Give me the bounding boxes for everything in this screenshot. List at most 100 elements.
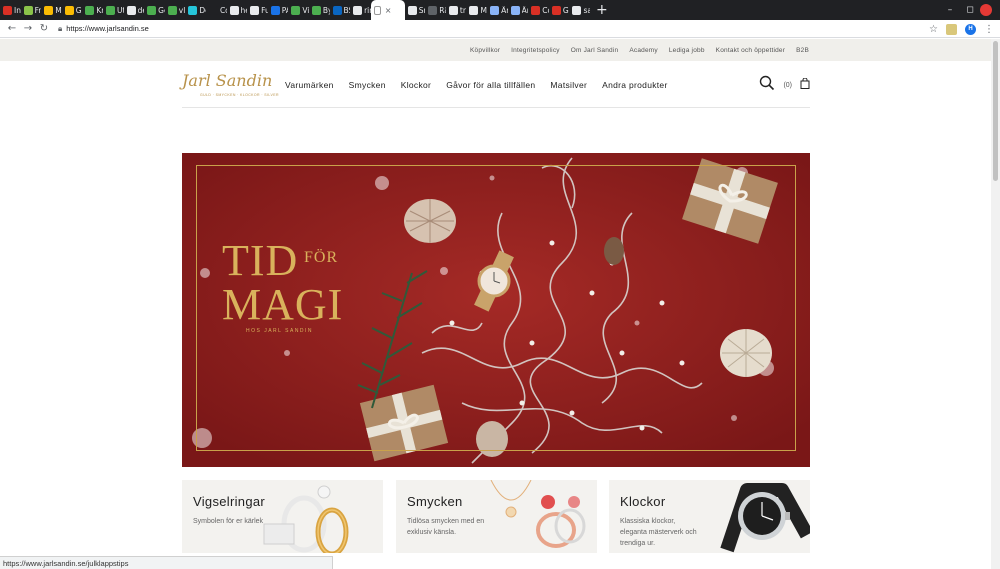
- browser-tab[interactable]: tra: [446, 0, 467, 20]
- browser-tab[interactable]: Go: [62, 0, 82, 20]
- browser-tab[interactable]: Co: [206, 0, 227, 20]
- utility-link[interactable]: Lediga jobb: [669, 47, 705, 54]
- browser-tab[interactable]: In: [0, 0, 21, 20]
- status-bar: https://www.jarlsandin.se/julklappstips: [0, 556, 333, 569]
- tab-title: vl.: [178, 5, 186, 15]
- document-icon: [373, 5, 381, 15]
- tab-favicon-icon: [229, 5, 239, 15]
- browser-tab[interactable]: sa: [569, 0, 590, 20]
- browser-tab[interactable]: vl.: [165, 0, 186, 20]
- browser-tab[interactable]: BS: [330, 0, 350, 20]
- cart-count: (0): [783, 81, 792, 89]
- tab-favicon-icon: [332, 5, 342, 15]
- tab-title: Kn: [96, 5, 103, 15]
- browser-menu-icon[interactable]: ⋮: [984, 24, 994, 35]
- browser-tab[interactable]: Co: [528, 0, 549, 20]
- tab-title: tra: [459, 5, 467, 15]
- tab-favicon-icon: [44, 5, 54, 15]
- tab-favicon-icon: [167, 5, 177, 15]
- tab-title: Go: [562, 5, 570, 15]
- card-smycken[interactable]: Smycken Tidlösa smycken med en exklusiv …: [396, 480, 597, 553]
- nav-item[interactable]: Andra produkter: [602, 80, 667, 90]
- browser-tab-active[interactable]: ×: [370, 0, 405, 20]
- utility-link[interactable]: Köpvillkor: [470, 47, 500, 54]
- tab-title: PA: [281, 5, 289, 15]
- browser-tab[interactable]: De: [185, 0, 206, 20]
- tab-favicon-icon: [428, 5, 438, 15]
- nav-item[interactable]: Klockor: [401, 80, 431, 90]
- tab-title: Fr: [34, 5, 42, 15]
- browser-tab[interactable]: Sn: [405, 0, 425, 20]
- tab-title: In: [14, 5, 21, 15]
- utility-bar: Köpvillkor Integritetspolicy Om Jarl Sandi…: [0, 39, 991, 61]
- scrollbar-thumb[interactable]: [993, 41, 998, 181]
- profile-avatar[interactable]: H: [965, 23, 976, 35]
- tab-favicon-icon: [353, 5, 363, 15]
- nav-item[interactable]: Smycken: [349, 80, 386, 90]
- browser-tab[interactable]: rin: [350, 0, 371, 20]
- reload-icon[interactable]: ↻: [36, 23, 52, 34]
- tab-close-icon[interactable]: ×: [385, 6, 392, 15]
- browser-tab[interactable]: PA: [268, 0, 289, 20]
- nav-item[interactable]: Gåvor för alla tillfällen: [446, 80, 535, 90]
- tab-title: Ge: [158, 5, 165, 15]
- tab-favicon-icon: [407, 5, 417, 15]
- back-icon[interactable]: ←: [4, 23, 20, 34]
- tab-title: Är: [501, 5, 508, 15]
- utility-link[interactable]: Integritetspolicy: [511, 47, 560, 54]
- search-icon[interactable]: [759, 75, 775, 96]
- browser-tab[interactable]: Fr: [21, 0, 42, 20]
- nav-item[interactable]: Varumärken: [285, 80, 334, 90]
- utility-link[interactable]: Om Jarl Sandin: [571, 47, 619, 54]
- browser-tab[interactable]: Ma: [466, 0, 487, 20]
- tab-title: Ut: [116, 5, 124, 15]
- category-cards: Vigselringar Symbolen för er kärlek Smyc…: [182, 480, 810, 553]
- browser-tab[interactable]: de: [124, 0, 145, 20]
- browser-tab[interactable]: Ut: [103, 0, 124, 20]
- maximize-button[interactable]: ◻: [960, 5, 980, 15]
- browser-tab[interactable]: Rä: [425, 0, 446, 20]
- tab-title: de: [137, 5, 145, 15]
- browser-tab[interactable]: By: [309, 0, 330, 20]
- tab-favicon-icon: [270, 5, 280, 15]
- logo[interactable]: Jarl Sandin GULD · SMYCKEN · KLOCKOR · S…: [182, 71, 278, 101]
- browser-tab[interactable]: Är: [508, 0, 528, 20]
- bookmark-star-icon[interactable]: ☆: [929, 24, 938, 35]
- forward-icon[interactable]: →: [20, 23, 36, 34]
- cart-icon[interactable]: [800, 76, 810, 94]
- hero-subtitle: HOS JARL SANDIN: [246, 328, 314, 334]
- logo-text: Jarl Sandin: [182, 71, 273, 90]
- tab-favicon-icon: [105, 5, 115, 15]
- card-klockor[interactable]: Klockor Klassiska klockor, eleganta mäst…: [609, 480, 810, 553]
- browser-tab[interactable]: Är: [487, 0, 508, 20]
- card-vigselringar[interactable]: Vigselringar Symbolen för er kärlek: [182, 480, 383, 553]
- lock-icon: 🔒︎: [58, 23, 63, 33]
- tab-favicon-icon: [147, 5, 157, 15]
- browser-tab[interactable]: Ge: [144, 0, 165, 20]
- nav-item[interactable]: Matsilver: [550, 80, 587, 90]
- tab-favicon-icon: [3, 5, 12, 15]
- card-description: Klassiska klockor, eleganta mästerverk o…: [620, 518, 697, 547]
- browser-tab[interactable]: Fu: [247, 0, 268, 20]
- browser-tab[interactable]: Go: [549, 0, 570, 20]
- status-url: https://www.jarlsandin.se/julklappstips: [3, 558, 129, 568]
- tab-favicon-icon: [510, 5, 520, 15]
- browser-tab[interactable]: Vi: [288, 0, 309, 20]
- utility-link[interactable]: B2B: [796, 47, 809, 54]
- card-description: Tidlösa smycken med en exklusiv känsla.: [407, 518, 485, 536]
- tab-title: Ma: [480, 5, 487, 15]
- new-tab-button[interactable]: +: [596, 2, 608, 18]
- browser-tab[interactable]: Kn: [82, 0, 103, 20]
- browser-tab[interactable]: he: [227, 0, 247, 20]
- page-scrollbar[interactable]: [991, 39, 1000, 569]
- minimize-button[interactable]: –: [940, 5, 960, 15]
- utility-link[interactable]: Academy: [629, 47, 658, 54]
- hero-banner[interactable]: TID FÖR MAGI HOS JARL SANDIN: [182, 153, 810, 467]
- address-bar[interactable]: 🔒︎ https://www.jarlsandin.se: [58, 22, 928, 36]
- extension-icon[interactable]: [946, 23, 957, 35]
- utility-link[interactable]: Kontakt och öppettider: [716, 47, 785, 54]
- browser-tab[interactable]: My: [41, 0, 62, 20]
- tab-favicon-icon: [208, 5, 218, 15]
- tab-favicon-icon: [291, 5, 301, 15]
- close-window-button[interactable]: [980, 4, 992, 16]
